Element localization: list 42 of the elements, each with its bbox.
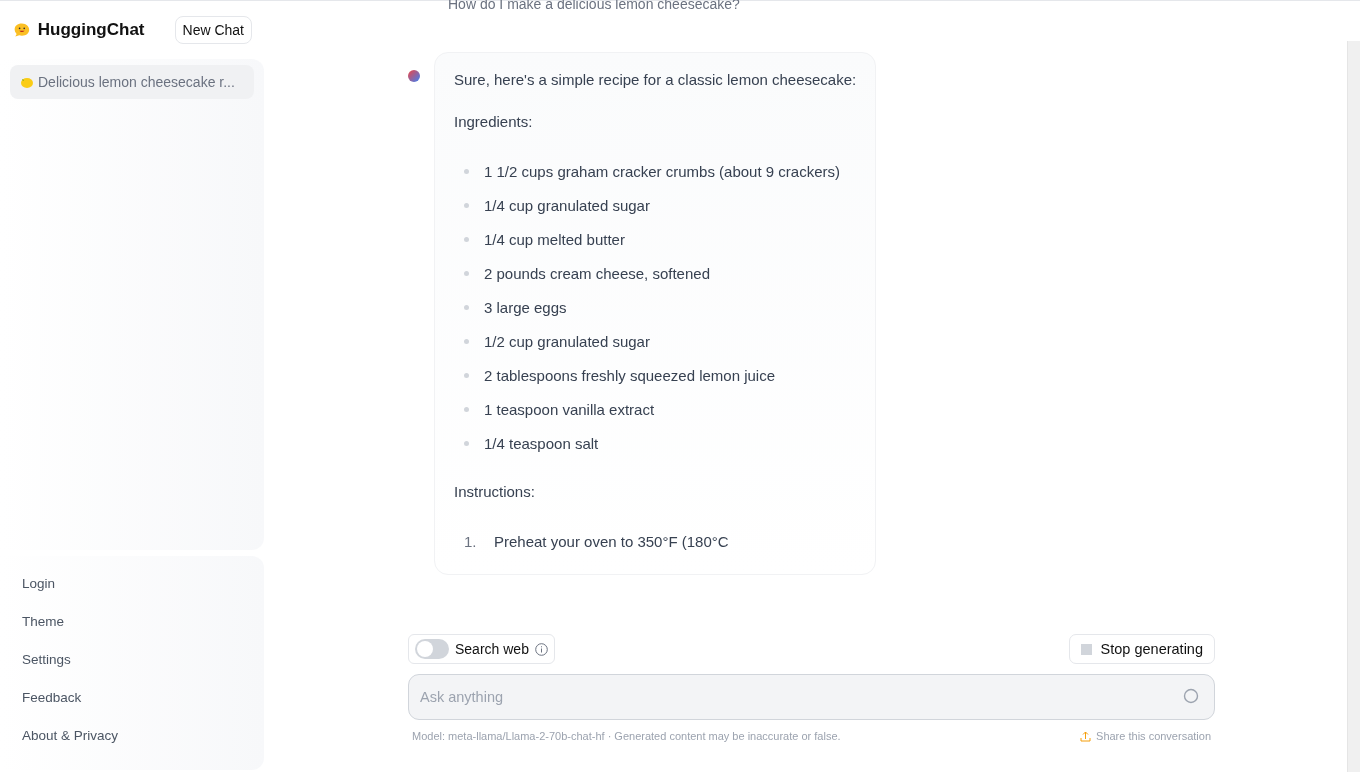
new-chat-button[interactable]: New Chat: [174, 16, 252, 44]
ingredient-text: 1 1/2 cups graham cracker crumbs (about 9 crackers): [484, 162, 840, 180]
stop-generating-button[interactable]: Stop generating: [1068, 634, 1215, 664]
app-title: HuggingChat: [37, 20, 145, 40]
menu-item[interactable]: About & Privacy: [22, 727, 119, 743]
bullet-icon: [464, 406, 469, 412]
message-text: Sure, here's a simple recipe for a classic lemon cheesecake:: [454, 70, 857, 90]
step-number: 1.: [464, 532, 478, 550]
bullet-icon: [464, 338, 469, 344]
ingredient-text: 1/4 teaspoon salt: [484, 434, 599, 452]
bullet-icon: [464, 202, 469, 208]
scrollbar[interactable]: [1347, 41, 1360, 772]
menu-item[interactable]: Login: [22, 575, 56, 591]
bullet-icon: [464, 270, 469, 276]
message-text: Ingredients:: [454, 112, 534, 132]
bullet-icon: [464, 236, 469, 242]
ingredient-text: 1 teaspoon vanilla extract: [484, 400, 655, 418]
bullet-icon: [464, 372, 469, 378]
bullet-icon: [464, 440, 469, 446]
lemon-icon: [20, 75, 34, 89]
search-web-toggle[interactable]: [415, 639, 449, 659]
ingredient-text: 1/4 cup melted butter: [484, 230, 625, 248]
step-text: Preheat your oven to 350°F (180°C: [494, 532, 729, 550]
menu-item[interactable]: Feedback: [22, 689, 82, 705]
info-icon[interactable]: [534, 642, 548, 656]
bullet-icon: [464, 304, 469, 310]
menu-item[interactable]: Settings: [22, 651, 71, 667]
ingredient-text: 1/2 cup granulated sugar: [484, 332, 650, 350]
ingredient-text: 3 large eggs: [484, 298, 567, 316]
ingredient-text: 2 tablespoons freshly squeezed lemon juice: [484, 366, 775, 384]
model-disclaimer: Model: meta-llama/Llama-2-70b-chat-hf · Generated content may be inaccurate or false.: [412, 730, 841, 742]
loading-spinner-icon: [1183, 688, 1199, 704]
ingredient-text: 2 pounds cream cheese, softened: [484, 264, 710, 282]
search-web-label: Search web: [455, 641, 529, 657]
message-text: Instructions:: [454, 482, 536, 502]
message-input-field[interactable]: Ask anything: [408, 674, 1215, 720]
share-icon: [1080, 730, 1092, 742]
menu-item[interactable]: Theme: [22, 613, 65, 629]
bullet-icon: [464, 168, 469, 174]
ingredient-text: 1/4 cup granulated sugar: [484, 196, 650, 214]
assistant-avatar-icon: [408, 70, 420, 82]
conversation-item[interactable]: Delicious lemon cheesecake r...: [10, 65, 254, 99]
